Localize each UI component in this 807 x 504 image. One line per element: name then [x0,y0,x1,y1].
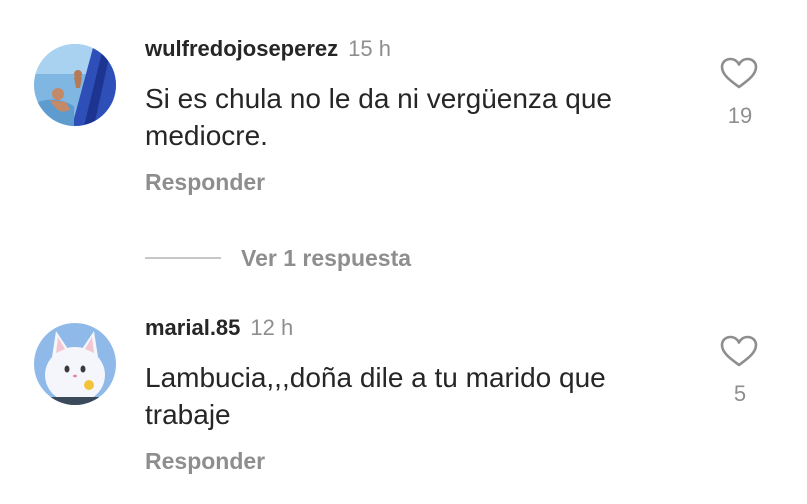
likes-count: 19 [727,103,753,128]
comment-text: Si es chula no le da ni vergüenza que me… [145,83,612,151]
avatar-cat-illustration [34,323,116,405]
view-replies-label: Ver 1 respuesta [241,244,412,271]
view-replies-divider [145,257,221,259]
like-button[interactable] [718,56,760,90]
comment-meta: wulfredojoseperez 15 h [145,36,391,62]
comment-username[interactable]: wulfredojoseperez [145,36,338,61]
reply-button[interactable]: Responder [145,169,265,196]
avatar[interactable] [34,44,116,126]
comment-username[interactable]: marial.85 [145,315,240,340]
comment-meta: marial.85 12 h [145,315,293,341]
avatar-pool-photo [34,44,116,126]
reply-button[interactable]: Responder [145,448,265,475]
view-replies-button[interactable]: Ver 1 respuesta [145,243,411,273]
likes-count: 5 [733,381,747,406]
comment-time: 15 h [348,36,391,61]
comment-feed: wulfredojoseperez 15 h Si es chula no le … [0,0,807,504]
comment-time: 12 h [250,315,294,340]
comment-item: wulfredojoseperez 15 h Si es chula no le … [0,0,807,240]
avatar[interactable] [34,323,116,405]
comment-text: Lambucia,,,doña dile a tu marido que tra… [145,362,606,430]
heart-outline-icon [720,57,758,89]
heart-outline-icon [720,335,758,367]
like-button[interactable] [718,334,760,368]
comment-item: marial.85 12 h Lambucia,,,doña dile a tu … [0,300,807,504]
